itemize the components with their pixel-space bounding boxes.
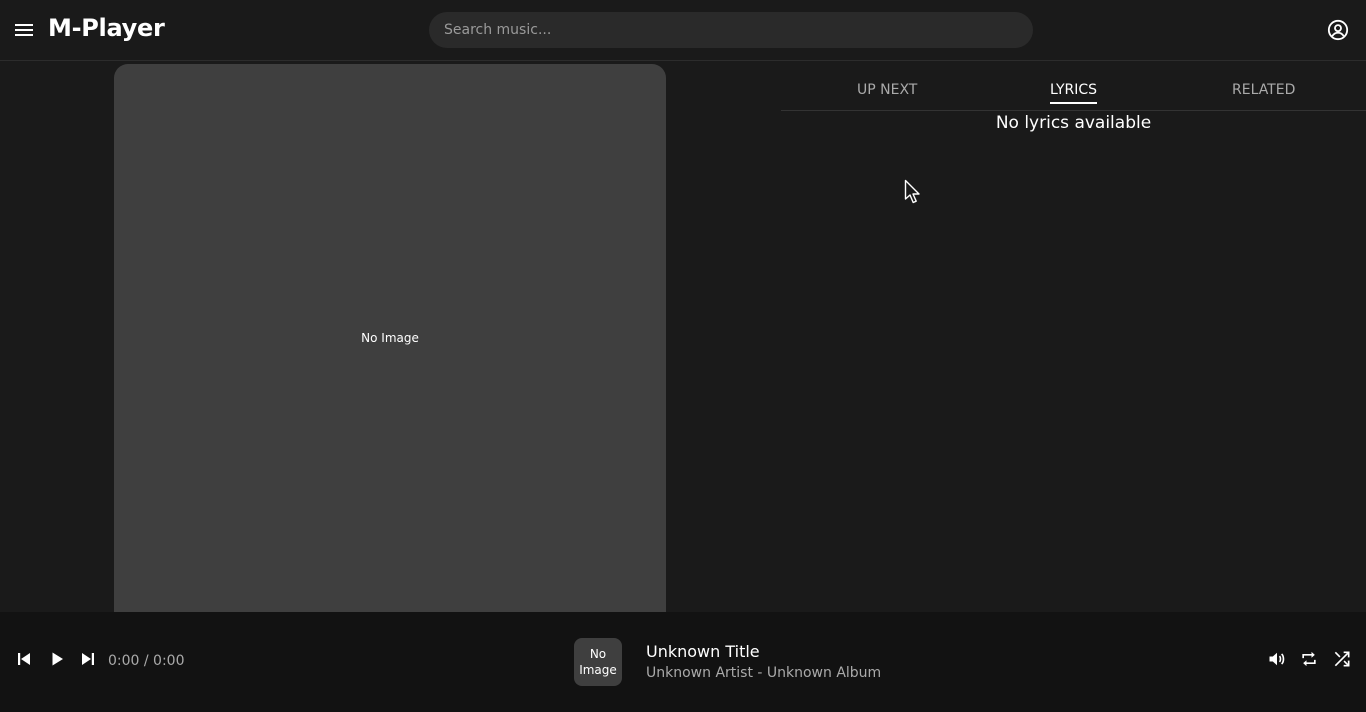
search-input[interactable] xyxy=(429,12,1033,48)
top-app-bar: M-Player xyxy=(0,0,1366,61)
account-circle-icon[interactable] xyxy=(1326,18,1350,42)
shuffle-icon[interactable] xyxy=(1332,649,1352,669)
player-bar: 0:00 / 0:00 No Image Unknown Title Unkno… xyxy=(0,612,1366,712)
app-title: M-Player xyxy=(48,14,165,42)
track-thumbnail: No Image xyxy=(574,638,622,686)
play-icon[interactable] xyxy=(47,649,67,669)
volume-icon[interactable] xyxy=(1267,649,1287,669)
repeat-icon[interactable] xyxy=(1299,649,1319,669)
tab-related[interactable]: RELATED xyxy=(1232,82,1295,102)
mouse-pointer-icon xyxy=(904,179,920,204)
menu-icon[interactable] xyxy=(12,18,36,42)
tab-lyrics[interactable]: LYRICS xyxy=(1050,82,1098,104)
track-artist-album: Unknown Artist - Unknown Album xyxy=(646,665,882,681)
track-title: Unknown Title xyxy=(646,642,760,661)
album-artwork: No Image xyxy=(114,64,666,612)
tab-up-next[interactable]: UP NEXT xyxy=(857,82,917,102)
side-panel-tabs: UP NEXT LYRICS RELATED xyxy=(781,70,1366,111)
skip-previous-icon[interactable] xyxy=(14,649,34,669)
artwork-placeholder-text: No Image xyxy=(361,331,419,345)
lyrics-empty-message: No lyrics available xyxy=(995,113,1152,133)
playback-time: 0:00 / 0:00 xyxy=(108,653,185,669)
thumbnail-placeholder-text: No Image xyxy=(579,647,617,677)
skip-next-icon[interactable] xyxy=(78,649,98,669)
